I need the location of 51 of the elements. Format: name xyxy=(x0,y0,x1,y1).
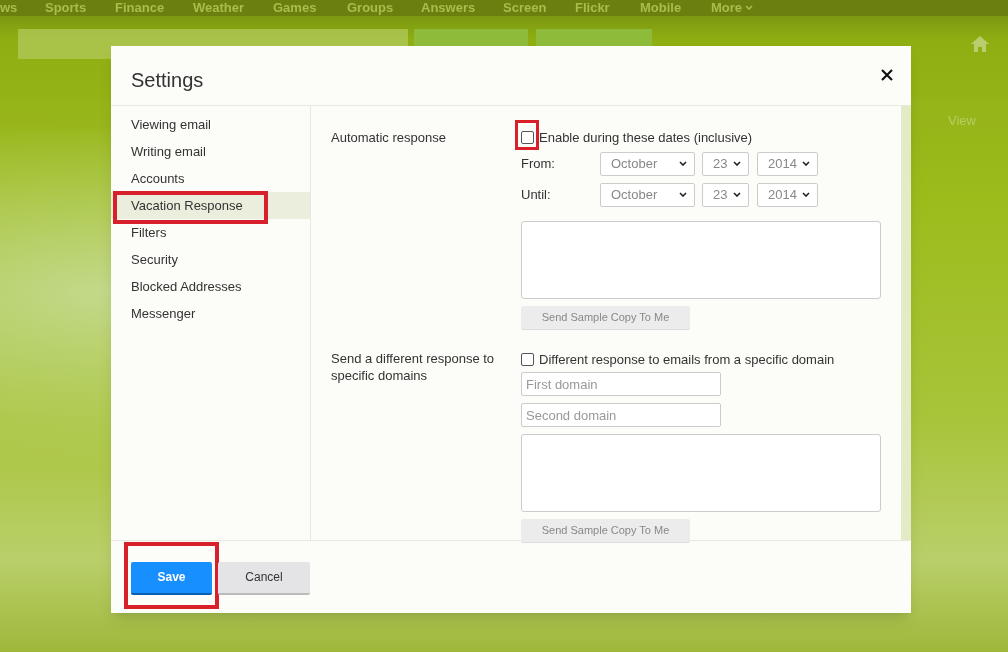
message-textarea[interactable] xyxy=(521,434,881,512)
cancel-button[interactable]: Cancel xyxy=(218,561,310,595)
caret-icon xyxy=(679,161,687,166)
nav-link[interactable]: Weather xyxy=(193,0,245,15)
sidebar-item[interactable]: Writing email xyxy=(111,138,310,165)
nav-link[interactable]: Mobile xyxy=(640,0,682,15)
nav-link[interactable]: ws xyxy=(0,0,18,15)
caret-icon xyxy=(733,161,741,166)
checkbox[interactable] xyxy=(521,131,534,145)
nav-link[interactable]: More xyxy=(711,0,754,15)
domain-field[interactable]: First domain xyxy=(521,372,721,396)
nav-link[interactable]: Finance xyxy=(115,0,165,15)
dropdown[interactable]: October xyxy=(600,151,695,176)
checkbox-label: Enable during these dates (inclusive) xyxy=(539,129,753,147)
nav-link[interactable]: Answers xyxy=(421,0,476,15)
nav-link[interactable]: Games xyxy=(273,0,317,15)
send-sample-button[interactable]: Send Sample Copy To Me xyxy=(521,519,690,543)
section-label: Send a different response to specific domains xyxy=(331,349,496,385)
caret-icon xyxy=(679,192,687,197)
dialog-title: Settings xyxy=(131,67,204,93)
dropdown[interactable]: 23 xyxy=(702,151,749,176)
nav-link[interactable]: Groups xyxy=(347,0,394,15)
sidebar-item[interactable]: Blocked Addresses xyxy=(111,273,310,300)
save-button[interactable]: Save xyxy=(131,561,212,595)
caret-icon xyxy=(802,192,810,197)
field-label: From: xyxy=(521,154,556,173)
sidebar-item[interactable]: Accounts xyxy=(111,165,310,192)
sidebar-item[interactable]: Viewing email xyxy=(111,111,310,138)
send-sample-button[interactable]: Send Sample Copy To Me xyxy=(521,305,690,330)
sidebar-item[interactable]: Filters xyxy=(111,219,310,246)
domain-field[interactable]: Second domain xyxy=(521,403,721,427)
scrollbar-track[interactable] xyxy=(901,106,911,540)
message-textarea[interactable] xyxy=(521,220,881,299)
nav-link[interactable]: Sports xyxy=(45,0,87,15)
home-icon[interactable] xyxy=(970,35,990,53)
dropdown[interactable]: 2014 xyxy=(757,182,818,207)
nav-link[interactable]: Screen xyxy=(503,0,547,15)
field-label: Until: xyxy=(521,185,552,204)
checkbox[interactable] xyxy=(521,352,534,366)
checkbox-label: Different response to emails from a specific domain xyxy=(539,350,835,369)
caret-icon xyxy=(802,161,810,166)
close-icon[interactable] xyxy=(881,68,893,81)
dropdown[interactable]: October xyxy=(600,182,695,207)
caret-icon xyxy=(733,192,741,197)
section-label: Automatic response xyxy=(331,129,447,147)
sidebar-item[interactable]: Messenger xyxy=(111,300,310,327)
nav-link[interactable]: Flickr xyxy=(575,0,610,15)
dropdown[interactable]: 2014 xyxy=(757,151,818,176)
caret-icon xyxy=(745,5,754,10)
sidebar-item[interactable]: Security xyxy=(111,246,310,273)
dropdown[interactable]: 23 xyxy=(702,182,749,207)
